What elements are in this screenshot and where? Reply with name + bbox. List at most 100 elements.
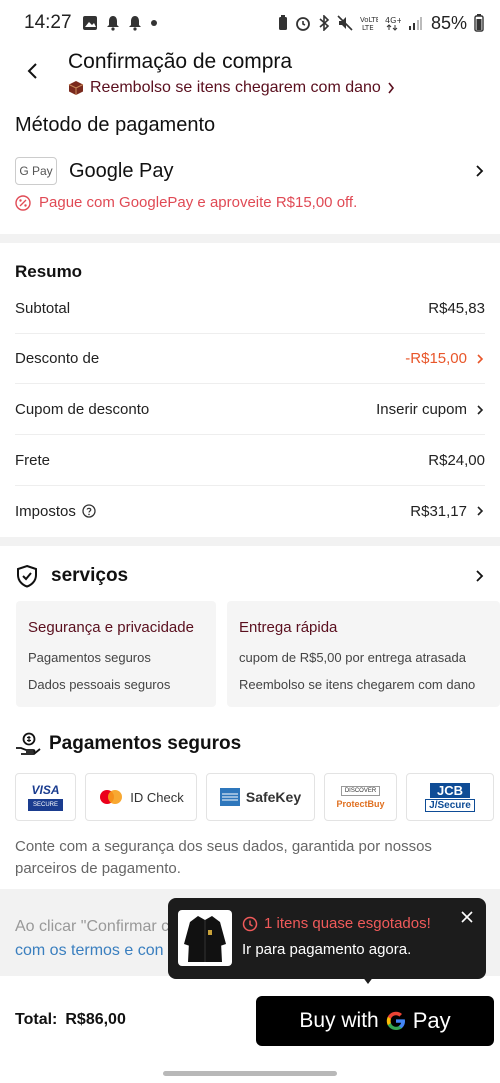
refund-banner[interactable]: Reembolso se itens chegarem com dano (68, 79, 395, 97)
chevron-right-icon (477, 353, 484, 364)
visa-secure-text: SECURE (27, 799, 63, 811)
notification-bell-icon-2 (128, 16, 141, 31)
jsecure-text: J/Secure (425, 798, 475, 812)
google-pay-logo: G Pay (15, 157, 57, 185)
bluetooth-icon (319, 15, 330, 31)
payment-partner-logos: VISA SECURE ID Check SafeKey DISCOVER Pr… (15, 773, 500, 821)
toast-message: Ir para pagamento agora. (242, 941, 412, 958)
taxes-value: R$31,17 (410, 502, 467, 520)
service-card-line: cupom de R$5,00 por entrega atrasada (239, 650, 466, 665)
battery-level: 85% (430, 12, 467, 33)
google-pay-promo: Pague com GooglePay e aproveite R$15,00 … (15, 194, 357, 211)
toast-pointer (362, 976, 374, 984)
jcb-jsecure-logo: JCB J/Secure (406, 773, 494, 821)
service-card-heading: Entrega rápida (239, 619, 338, 636)
subtotal-label: Subtotal (15, 300, 71, 317)
svg-text:4G+: 4G+ (385, 16, 401, 25)
shipping-label: Frete (15, 452, 51, 469)
discount-label: Desconto de (15, 350, 100, 367)
secure-payments-title: Pagamentos seguros (49, 733, 242, 754)
chevron-right-icon (388, 82, 394, 94)
amex-icon (219, 788, 240, 806)
secure-payment-icon (16, 732, 41, 755)
robe-product-image (184, 916, 226, 962)
service-card-heading: Segurança e privacidade (28, 619, 194, 636)
battery-saver-icon (278, 15, 287, 30)
status-time: 14:27 (24, 12, 72, 33)
shield-check-icon (17, 564, 37, 588)
clock-icon (242, 916, 258, 931)
discover-text: DISCOVER (340, 785, 381, 796)
promo-text: Pague com GooglePay e aproveite R$15,00 … (39, 194, 358, 211)
services-title: serviços (51, 565, 129, 586)
svg-text:VoLTE: VoLTE (360, 16, 378, 24)
visa-secure-logo: VISA SECURE (15, 773, 76, 821)
secure-payments-description: Conte com a segurança dos seus dados, ga… (15, 838, 432, 877)
discover-protectbuy-logo: DISCOVER ProtectBuy (324, 773, 397, 821)
summary-row-taxes[interactable]: Impostos R$31,17 (15, 486, 485, 536)
shipping-value: R$24,00 (428, 452, 485, 469)
chevron-right-icon (477, 404, 484, 415)
low-stock-toast[interactable]: 1 itens quase esgotados! Ir para pagamen… (168, 898, 486, 979)
id-check-text: ID Check (130, 789, 184, 805)
jcb-text: JCB (429, 782, 470, 798)
total-label: Total: (15, 1011, 58, 1028)
services-header[interactable]: serviços (15, 560, 485, 592)
payment-method-title: Método de pagamento (15, 114, 216, 136)
service-card-fast-delivery[interactable]: Entrega rápida cupom de R$5,00 por entre… (227, 601, 500, 707)
section-divider (0, 537, 500, 546)
close-icon[interactable] (460, 910, 474, 924)
chevron-right-icon (477, 506, 484, 516)
volte-icon: VoLTELTE (360, 16, 378, 31)
back-arrow-icon[interactable] (22, 60, 44, 82)
chevron-right-icon (476, 165, 484, 177)
home-indicator[interactable] (163, 1071, 337, 1076)
discount-value: -R$15,00 (405, 350, 467, 367)
alarm-icon (296, 17, 310, 31)
coupon-label: Cupom de desconto (15, 401, 150, 418)
service-card-line: Reembolso se itens chegarem com dano (239, 677, 476, 692)
mastercard-icon (100, 790, 123, 804)
svg-text:LTE: LTE (362, 24, 374, 31)
gallery-icon (82, 16, 97, 30)
chevron-right-icon (476, 570, 484, 582)
section-divider (0, 234, 500, 243)
product-thumbnail (178, 910, 232, 966)
pay-label: Pay (412, 1008, 451, 1033)
buy-label: Buy with (299, 1009, 379, 1032)
mute-icon (337, 15, 353, 31)
safekey-text: SafeKey (245, 789, 302, 805)
payment-name: Google Pay (69, 159, 174, 182)
google-pay-option[interactable]: G Pay Google Pay (15, 156, 485, 186)
total-value: R$86,00 (65, 1011, 126, 1028)
amex-safekey-logo: SafeKey (206, 773, 315, 821)
google-pay-badge-text: G Pay (19, 164, 53, 178)
service-card-line: Dados pessoais seguros (28, 677, 171, 692)
buy-with-google-pay-button[interactable]: Buy with Pay (256, 996, 494, 1046)
summary-row-coupon[interactable]: Cupom de desconto Inserir cupom (15, 385, 485, 435)
discount-icon (15, 194, 31, 211)
summary-row-discount[interactable]: Desconto de -R$15,00 (15, 334, 485, 384)
package-icon (68, 81, 84, 95)
battery-icon (474, 14, 484, 32)
protectbuy-text: ProtectBuy (336, 798, 385, 809)
subtotal-value: R$45,83 (428, 300, 485, 317)
page-title: Confirmação de compra (68, 50, 293, 73)
more-dot-icon (150, 20, 157, 26)
taxes-label: Impostos (15, 502, 76, 520)
service-card-security[interactable]: Segurança e privacidade Pagamentos segur… (16, 601, 216, 707)
help-icon[interactable] (82, 504, 96, 518)
coupon-value: Inserir cupom (376, 401, 467, 418)
mastercard-id-check-logo: ID Check (85, 773, 197, 821)
secure-payments-header: Pagamentos seguros (15, 732, 241, 756)
summary-title: Resumo (15, 262, 83, 281)
order-total: Total: R$86,00 (15, 1011, 126, 1029)
notification-bell-icon (106, 16, 119, 31)
service-card-line: Pagamentos seguros (28, 650, 151, 665)
google-g-icon (386, 1011, 405, 1030)
visa-text: VISA (31, 783, 60, 797)
app-header: Confirmação de compra Reembolso se itens… (0, 46, 500, 104)
summary-row-shipping: Frete R$24,00 (15, 436, 485, 486)
toast-warning: 1 itens quase esgotados! (242, 915, 431, 932)
signal-icon (408, 17, 422, 30)
